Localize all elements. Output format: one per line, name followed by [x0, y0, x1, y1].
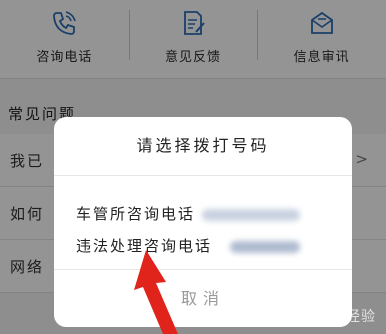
option-vehicle-office-phone[interactable]: 车管所咨询电话 [76, 199, 195, 229]
option-violation-phone[interactable]: 违法处理咨询电话 [76, 231, 212, 261]
dialog-title: 请选择拨打号码 [136, 136, 270, 155]
watermark: Baidu 经验 [295, 309, 376, 325]
redacted-number [202, 209, 300, 221]
redacted-number [230, 241, 300, 253]
dial-number-dialog: 请选择拨打号码 车管所咨询电话 违法处理咨询电话 取消 [54, 117, 352, 327]
divider [54, 175, 352, 176]
